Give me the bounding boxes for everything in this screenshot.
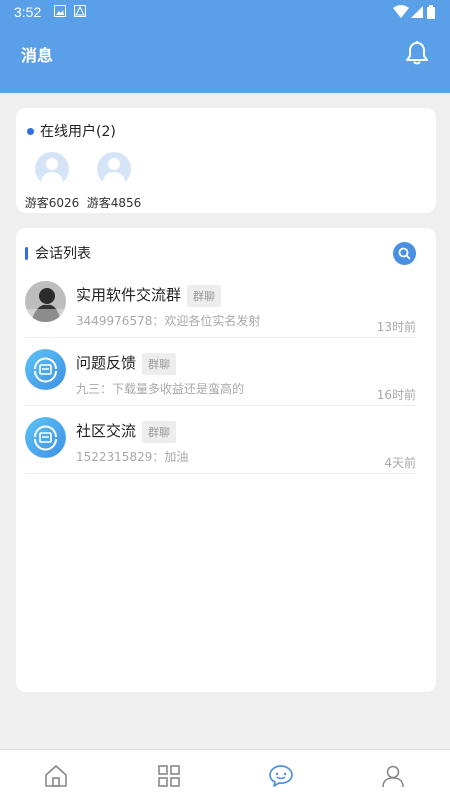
conversation-item[interactable]: 问题反馈 群聊 九三：下载量多收益还是蛮高的 16时前	[25, 338, 416, 406]
group-chat-badge: 群聊	[142, 352, 177, 375]
online-user-name: 游客4856	[86, 196, 142, 210]
status-time: 3:52	[14, 4, 42, 20]
home-icon[interactable]	[43, 763, 69, 789]
title-bar-marker	[25, 246, 28, 260]
user-avatar-icon	[97, 152, 131, 186]
bell-icon[interactable]	[404, 40, 430, 66]
app-notification-icon	[74, 5, 86, 17]
conversation-title: 社区交流 群聊	[76, 420, 177, 443]
group-chat-badge: 群聊	[187, 284, 222, 307]
bottom-tab-bar	[0, 749, 450, 800]
wifi-icon	[393, 5, 409, 18]
conversation-item[interactable]: 社区交流 群聊 1522315829：加油 4天前	[25, 406, 416, 474]
conversation-time: 4天前	[384, 456, 416, 470]
session-list-header: 会话列表	[25, 243, 91, 263]
online-dot-icon	[27, 127, 34, 135]
conversation-name: 社区交流	[76, 422, 137, 440]
user-avatar-icon	[35, 152, 69, 186]
conversation-name: 实用软件交流群	[76, 286, 182, 304]
online-user[interactable]: 游客6026	[17, 152, 87, 211]
session-list-card: 会话列表 实用软件交流群群聊 3449976578：欢迎各位实名发射 13时前	[16, 228, 436, 692]
app-logo-icon	[25, 417, 66, 458]
online-user[interactable]: 游客4856	[79, 152, 149, 211]
conversation-item[interactable]: 实用软件交流群 群聊 3449976578：欢迎各位实名发射 13时前	[25, 270, 416, 338]
search-button[interactable]	[393, 242, 416, 265]
app-logo-icon	[25, 349, 66, 390]
conversation-last-message: 九三：下载量多收益还是蛮高的	[76, 382, 245, 396]
conversation-title: 问题反馈 群聊	[76, 352, 177, 375]
group-avatar	[25, 417, 66, 458]
group-avatar	[25, 281, 66, 322]
status-bar: 3:52	[0, 0, 450, 24]
search-icon	[398, 247, 411, 260]
conversation-time: 13时前	[376, 320, 416, 334]
session-list-title: 会话列表	[35, 246, 91, 262]
signal-icon	[411, 6, 423, 18]
page-title: 消息	[21, 46, 54, 65]
grid-icon[interactable]	[156, 763, 182, 789]
conversation-time: 16时前	[376, 388, 416, 402]
online-users-header: 在线用户(2)	[27, 121, 116, 141]
image-notification-icon	[54, 5, 66, 17]
battery-icon	[427, 5, 435, 19]
profile-icon[interactable]	[380, 763, 406, 789]
conversation-title: 实用软件交流群 群聊	[76, 284, 222, 307]
header-bar: 消息	[0, 24, 450, 93]
chat-icon[interactable]	[268, 763, 294, 789]
conversation-name: 问题反馈	[76, 354, 137, 372]
online-users-card: 在线用户(2) 游客6026 游客4856	[16, 108, 436, 213]
online-users-title: 在线用户(2)	[40, 124, 116, 140]
online-user-name: 游客6026	[24, 196, 80, 210]
group-chat-badge: 群聊	[142, 420, 177, 443]
conversation-last-message: 3449976578：欢迎各位实名发射	[76, 314, 261, 328]
group-avatar	[25, 349, 66, 390]
conversation-last-message: 1522315829：加油	[76, 450, 189, 464]
